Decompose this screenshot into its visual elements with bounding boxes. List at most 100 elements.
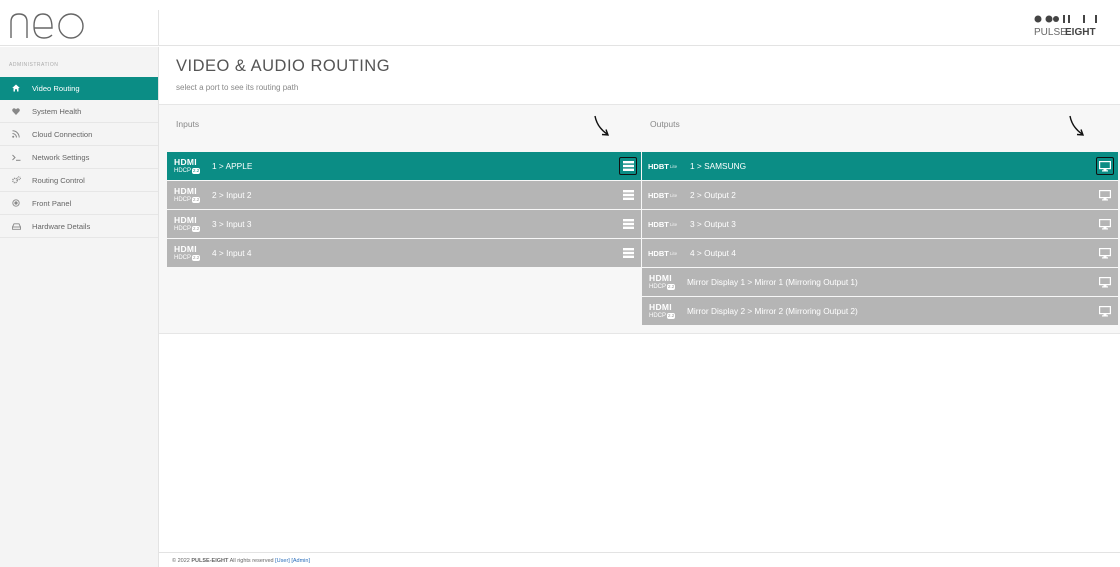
- hdmi-logo: HDMI HDCP 2.2: [649, 301, 679, 321]
- monitor-icon[interactable]: [1096, 157, 1114, 175]
- user-link[interactable]: [User]: [275, 558, 290, 564]
- list-icon[interactable]: [621, 188, 635, 202]
- header-divider: [158, 10, 159, 46]
- monitor-icon[interactable]: [1098, 304, 1112, 318]
- hdcp-text: HDCP: [649, 312, 667, 319]
- hdcp-text: HDCP: [174, 254, 192, 261]
- copyright-year: © 2022: [172, 558, 190, 564]
- monitor-icon[interactable]: [1098, 246, 1112, 260]
- output-label: Mirror Display 2 > Mirror 2 (Mirroring O…: [687, 306, 858, 316]
- list-icon[interactable]: [621, 217, 635, 231]
- list-icon[interactable]: [619, 157, 637, 175]
- hdcp-text: HDCP: [174, 167, 192, 174]
- sidebar-item-hardware-details[interactable]: Hardware Details: [0, 215, 158, 238]
- hdcp-logo: HDCP 2.2: [174, 254, 204, 262]
- sidebar-item-label: Video Routing: [32, 83, 80, 93]
- cogs-icon: [9, 176, 23, 184]
- hdcp-badge: 2.2: [667, 283, 676, 290]
- arrow-annotation-inputs: [594, 115, 610, 136]
- inputs-heading: Inputs: [176, 119, 200, 129]
- inputs-list: HDMI HDCP 2.2 1 > APPLE HDMI HDCP 2.2 2 > Input…: [167, 152, 641, 268]
- sidebar-item-front-panel[interactable]: Front Panel: [0, 192, 158, 215]
- monitor-icon[interactable]: [1098, 217, 1112, 231]
- page-title: VIDEO & AUDIO ROUTING: [176, 57, 391, 75]
- terminal-icon: [9, 154, 23, 161]
- hdcp-text: HDCP: [174, 225, 192, 232]
- output-label: 2 > Output 2: [690, 190, 736, 200]
- hdcp-logo: HDCP 2.2: [174, 196, 204, 204]
- footer-rights: All rights reserved: [229, 558, 274, 564]
- output-label: Mirror Display 1 > Mirror 1 (Mirroring O…: [687, 277, 858, 287]
- sidebar-item-label: Cloud Connection: [32, 129, 93, 139]
- output-row[interactable]: HDBT Lite 2 > Output 2: [642, 181, 1118, 209]
- input-label: 2 > Input 2: [212, 190, 252, 200]
- hdcp-text: HDCP: [174, 196, 192, 203]
- hdmi-logo-text: HDMI: [649, 272, 672, 283]
- sidebar-item-label: Front Panel: [32, 198, 72, 208]
- output-row[interactable]: HDBT Lite 3 > Output 3: [642, 210, 1118, 238]
- record-icon: [9, 199, 23, 207]
- sidebar-item-video-routing[interactable]: Video Routing: [0, 77, 158, 100]
- output-row[interactable]: HDMI HDCP 2.2 Mirror Display 1 > Mirror 1 (…: [642, 268, 1118, 296]
- input-label: 3 > Input 3: [212, 219, 252, 229]
- hdbt-logo: HDBT Lite: [648, 185, 682, 205]
- output-row[interactable]: HDBT Lite 4 > Output 4: [642, 239, 1118, 267]
- input-row[interactable]: HDMI HDCP 2.2 2 > Input 2: [167, 181, 641, 209]
- hdcp-logo: HDCP 2.2: [649, 312, 679, 320]
- output-label: 3 > Output 3: [690, 219, 736, 229]
- routing-panel: Inputs Outputs HDMI HDCP 2.2 1 > APPLE HDMI H…: [159, 104, 1120, 334]
- input-row[interactable]: HDMI HDCP 2.2 3 > Input 3: [167, 210, 641, 238]
- monitor-icon[interactable]: [1098, 188, 1112, 202]
- heart-icon: [9, 107, 23, 115]
- sidebar-item-label: Routing Control: [32, 175, 85, 185]
- sidebar-heading: ADMINISTRATION: [9, 62, 59, 68]
- sidebar-item-routing-control[interactable]: Routing Control: [0, 169, 158, 192]
- page-subtitle: select a port to see its routing path: [176, 83, 299, 92]
- hdbt-logo: HDBT Lite: [648, 156, 682, 176]
- hdcp-badge: 2.2: [667, 312, 676, 319]
- app-window: PULSE EIGHT ADMINISTRATION Video Routing…: [0, 0, 1120, 567]
- hdbt-lite-text: Lite: [669, 221, 678, 227]
- admin-link[interactable]: [Admin]: [291, 558, 310, 564]
- hdmi-logo: HDMI HDCP 2.2: [174, 156, 204, 176]
- output-row[interactable]: HDBT Lite 1 > SAMSUNG: [642, 152, 1118, 180]
- input-row[interactable]: HDMI HDCP 2.2 4 > Input 4: [167, 239, 641, 267]
- main-content: VIDEO & AUDIO ROUTING select a port to s…: [159, 47, 1120, 552]
- hdd-icon: [9, 222, 23, 230]
- hdcp-badge: 2.2: [192, 254, 201, 261]
- header: PULSE EIGHT: [0, 0, 1120, 46]
- output-row[interactable]: HDMI HDCP 2.2 Mirror Display 2 > Mirror 2 (…: [642, 297, 1118, 325]
- list-icon[interactable]: [621, 246, 635, 260]
- input-row[interactable]: HDMI HDCP 2.2 1 > APPLE: [167, 152, 641, 180]
- sidebar-item-system-health[interactable]: System Health: [0, 100, 158, 123]
- sidebar-item-network-settings[interactable]: Network Settings: [0, 146, 158, 169]
- svg-text:EIGHT: EIGHT: [1065, 27, 1096, 38]
- svg-text:PULSE: PULSE: [1034, 27, 1067, 38]
- hdbt-logo-text: HDBT: [648, 219, 669, 229]
- arrow-annotation-outputs: [1069, 115, 1085, 136]
- hdcp-logo: HDCP 2.2: [174, 167, 204, 175]
- hdmi-logo: HDMI HDCP 2.2: [649, 272, 679, 292]
- sidebar: ADMINISTRATION Video Routing System Heal…: [0, 47, 159, 567]
- input-label: 1 > APPLE: [212, 161, 253, 171]
- hdmi-logo: HDMI HDCP 2.2: [174, 243, 204, 263]
- hdcp-badge: 2.2: [192, 196, 201, 203]
- footer-company: PULSE-EIGHT: [191, 558, 229, 564]
- monitor-icon[interactable]: [1098, 275, 1112, 289]
- home-icon: [9, 84, 23, 92]
- hdbt-logo: HDBT Lite: [648, 214, 682, 234]
- sidebar-item-cloud-connection[interactable]: Cloud Connection: [0, 123, 158, 146]
- sidebar-item-label: Hardware Details: [32, 221, 91, 231]
- input-label: 4 > Input 4: [212, 248, 252, 258]
- neo-logo[interactable]: [8, 8, 98, 42]
- hdbt-logo-text: HDBT: [648, 161, 669, 171]
- hdcp-logo: HDCP 2.2: [649, 283, 679, 291]
- hdbt-logo-text: HDBT: [648, 190, 669, 200]
- hdcp-text: HDCP: [649, 283, 667, 290]
- hdbt-logo: HDBT Lite: [648, 243, 682, 263]
- hdmi-logo: HDMI HDCP 2.2: [174, 214, 204, 234]
- hdmi-logo: HDMI HDCP 2.2: [174, 185, 204, 205]
- hdcp-logo: HDCP 2.2: [174, 225, 204, 233]
- rss-icon: [9, 130, 23, 138]
- hdbt-lite-text: Lite: [669, 192, 678, 198]
